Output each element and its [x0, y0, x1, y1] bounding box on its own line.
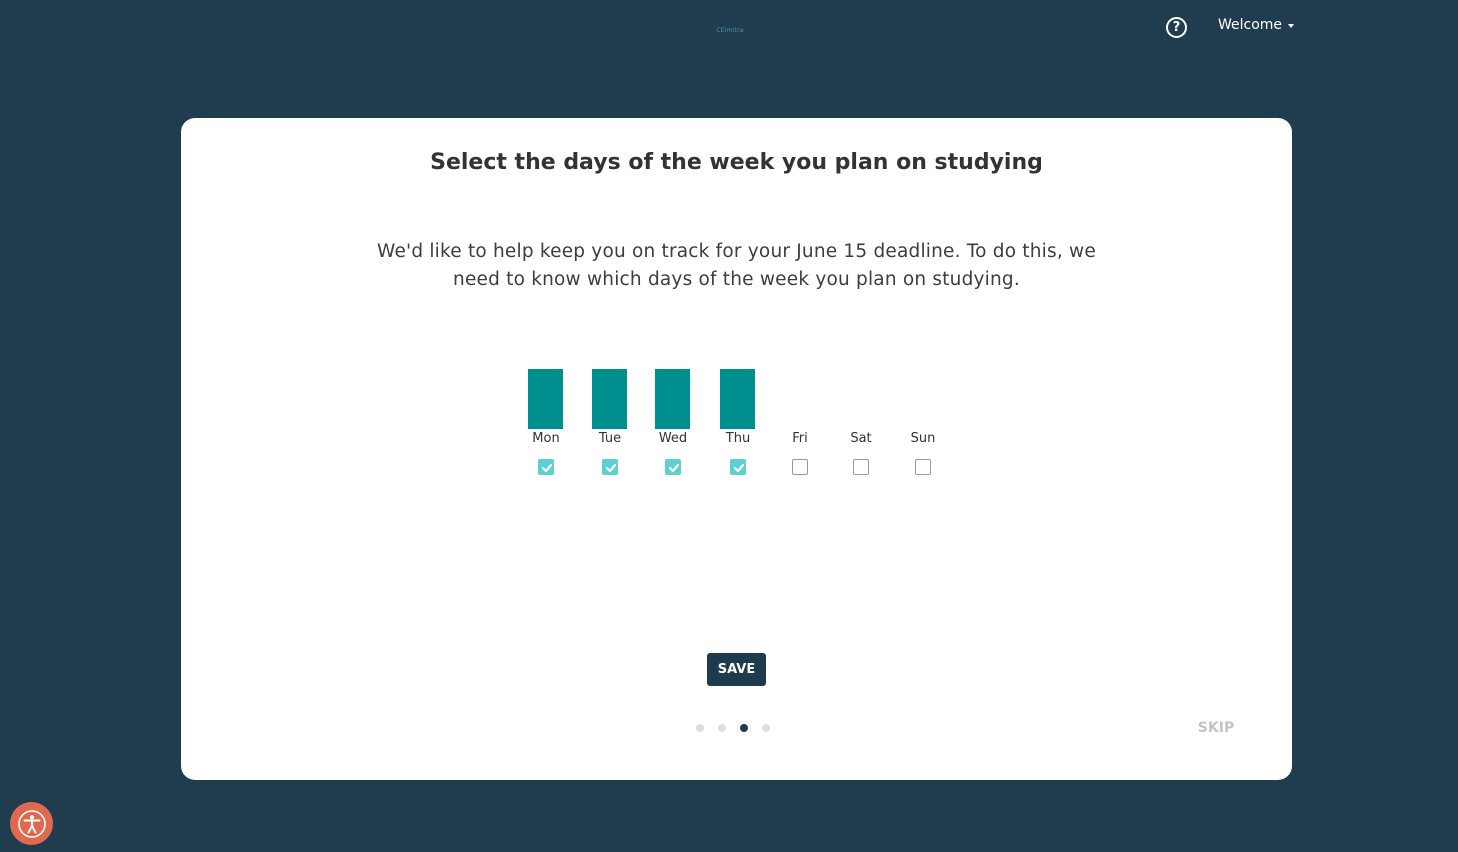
- page-dot[interactable]: [740, 724, 748, 732]
- day-bar: [720, 369, 755, 429]
- day-checkbox[interactable]: [730, 459, 746, 475]
- day-label: Thu: [725, 431, 751, 446]
- logo[interactable]: CEimitra: [700, 27, 760, 34]
- day-label: Mon: [532, 431, 560, 446]
- day-checkbox[interactable]: [538, 459, 554, 475]
- checkmark-icon: [541, 463, 553, 473]
- day-bar: [528, 369, 563, 429]
- card-description: We'd like to help keep you on track for …: [377, 241, 1096, 290]
- checkmark-icon: [668, 463, 680, 473]
- day-bar: [655, 369, 690, 429]
- accessibility-person-icon: [17, 809, 46, 838]
- accessibility-button[interactable]: [10, 802, 53, 845]
- day-label: Fri: [792, 431, 808, 446]
- day-checkbox[interactable]: [602, 459, 618, 475]
- page-dot[interactable]: [762, 724, 770, 732]
- day-label: Sun: [910, 431, 936, 446]
- caret-down-icon: [1288, 24, 1295, 28]
- day-checkbox[interactable]: [915, 459, 931, 475]
- skip-button[interactable]: SKIP: [1191, 720, 1241, 736]
- page-dot[interactable]: [696, 724, 704, 732]
- help-button[interactable]: ?: [1166, 17, 1187, 38]
- save-button[interactable]: SAVE: [707, 653, 766, 686]
- day-checkbox[interactable]: [665, 459, 681, 475]
- page-dot[interactable]: [718, 724, 726, 732]
- welcome-menu[interactable]: Welcome: [1218, 17, 1295, 33]
- checkmark-icon: [605, 463, 617, 473]
- checkmark-icon: [733, 463, 745, 473]
- day-bar: [592, 369, 627, 429]
- card-title: Select the days of the week you plan on …: [430, 150, 1043, 175]
- question-circle-icon: ?: [1172, 20, 1181, 35]
- onboarding-card: Select the days of the week you plan on …: [181, 118, 1292, 780]
- day-checkbox[interactable]: [792, 459, 808, 475]
- welcome-label: Welcome: [1218, 17, 1283, 33]
- top-bar: CEimitra ? Welcome: [0, 0, 1458, 60]
- day-label: Wed: [658, 431, 688, 446]
- day-label: Sat: [850, 431, 872, 446]
- day-label: Tue: [598, 431, 622, 446]
- day-checkbox[interactable]: [853, 459, 869, 475]
